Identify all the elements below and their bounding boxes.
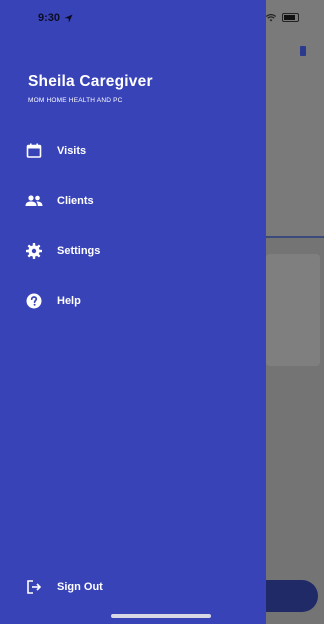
user-name: Sheila Caregiver: [28, 73, 153, 90]
wifi-icon: [266, 13, 276, 21]
status-bar: 9:30: [38, 12, 73, 24]
sign-out-label: Sign Out: [57, 581, 103, 593]
menu-item-help[interactable]: Help: [24, 289, 81, 313]
sign-out-button[interactable]: Sign Out: [24, 575, 103, 599]
background-card: [266, 254, 320, 366]
menu-label-settings: Settings: [57, 245, 101, 257]
menu-label-help: Help: [57, 295, 81, 307]
menu-item-settings[interactable]: Settings: [24, 239, 100, 263]
navigation-drawer: 9:30 Sheila Caregiver MOM HOME HEALTH AN…: [0, 0, 266, 624]
battery-icon: [282, 13, 299, 22]
menu-item-clients[interactable]: Clients: [24, 189, 94, 213]
menu-label-clients: Clients: [57, 195, 94, 207]
status-time: 9:30: [38, 12, 61, 24]
people-icon: [24, 191, 44, 211]
gear-icon: [24, 241, 44, 261]
sign-out-icon: [24, 577, 44, 597]
calendar-icon: [24, 141, 44, 161]
background-action-icon: [300, 46, 306, 56]
organization-name: MOM HOME HEALTH AND PC: [28, 97, 123, 104]
menu-item-visits[interactable]: Visits: [24, 139, 86, 163]
app-screen: 9:30 Sheila Caregiver MOM HOME HEALTH AN…: [0, 0, 324, 624]
help-icon: [24, 291, 44, 311]
home-indicator[interactable]: [111, 614, 211, 618]
menu-label-visits: Visits: [57, 145, 87, 157]
location-arrow-icon: [64, 13, 73, 23]
